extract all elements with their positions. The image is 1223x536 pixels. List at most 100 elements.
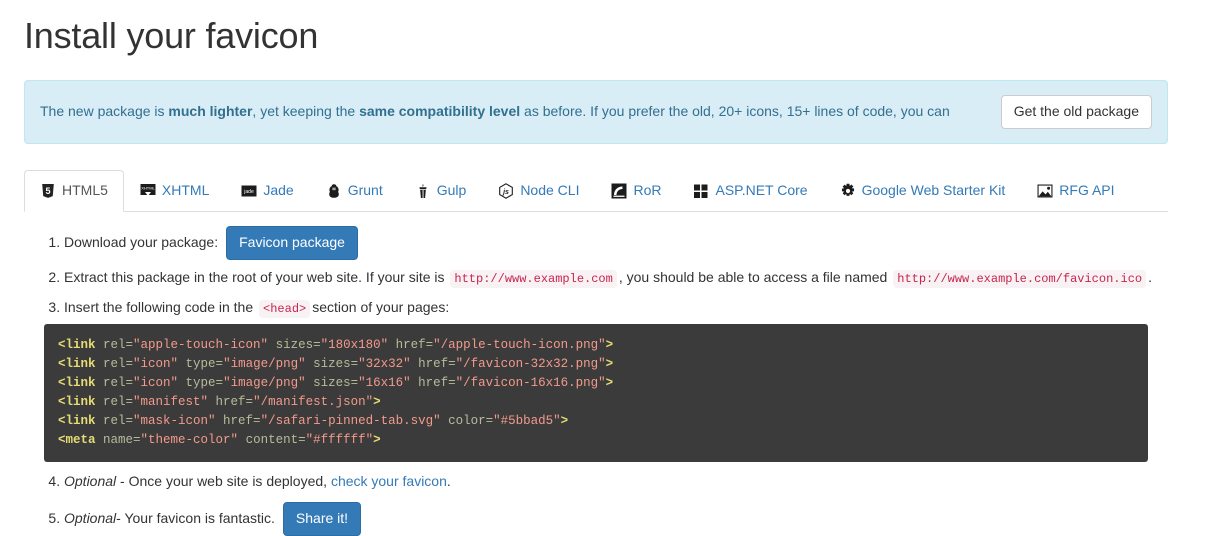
tab-label: Jade bbox=[263, 181, 294, 198]
alert-text-1: The new package is bbox=[40, 102, 169, 119]
tab-google-web-starter-kit[interactable]: Google Web Starter Kit bbox=[824, 170, 1022, 212]
step-2: Extract this package in the root of your… bbox=[64, 268, 1199, 288]
step-5-text-1: - Your favicon is fantastic. bbox=[116, 509, 275, 526]
share-it-button[interactable]: Share it! bbox=[282, 501, 362, 536]
ror-icon bbox=[611, 183, 627, 199]
get-the-old-package-button[interactable]: Get the old package bbox=[1000, 94, 1152, 129]
alert-text-2: , yet keeping the bbox=[252, 102, 360, 119]
tab-label: ASP.NET Core bbox=[715, 181, 808, 198]
code-token-attr: href= bbox=[215, 413, 261, 428]
step-4-optional-label: Optional bbox=[64, 472, 117, 489]
step-2-text-3: . bbox=[1148, 268, 1152, 285]
tab-label: Node CLI bbox=[520, 181, 580, 198]
code-token-attr: type= bbox=[178, 375, 224, 390]
code-token-attr: type= bbox=[178, 356, 224, 371]
step-3: Insert the following code in the <head>s… bbox=[44, 298, 1199, 462]
tab-label: Google Web Starter Kit bbox=[861, 181, 1006, 198]
step-3-text-2: section of your pages: bbox=[312, 298, 450, 315]
tab-label: RoR bbox=[633, 181, 662, 198]
code-token-val: "#ffffff" bbox=[305, 432, 374, 447]
code-token-attr: sizes= bbox=[268, 337, 321, 352]
step-1: Download your package: Favicon package bbox=[64, 225, 1199, 260]
code-token-val: "manifest" bbox=[133, 394, 209, 409]
code-token-val: "icon" bbox=[133, 375, 179, 390]
code-token-val: "apple-touch-icon" bbox=[133, 337, 269, 352]
install-steps-list: Download your package: Favicon package E… bbox=[24, 225, 1199, 536]
code-token-val: "/safari-pinned-tab.svg" bbox=[260, 413, 441, 428]
favicon-package-button[interactable]: Favicon package bbox=[226, 225, 358, 260]
code-token-gt: > bbox=[605, 337, 614, 352]
tab-label: HTML5 bbox=[62, 181, 108, 198]
info-alert: The new package is much lighter, yet kee… bbox=[24, 79, 1168, 144]
alert-text-3: as before. If you prefer the old, 20+ ic… bbox=[520, 102, 950, 119]
code-token-val: "theme-color" bbox=[140, 432, 239, 447]
tab-html5[interactable]: 5 HTML5 bbox=[24, 169, 124, 212]
code-token-attr: href= bbox=[410, 375, 456, 390]
svg-text:XHTML: XHTML bbox=[141, 185, 155, 190]
step-4-text-1: - Once your web site is deployed, bbox=[116, 472, 328, 489]
code-token-gt: > bbox=[605, 356, 614, 371]
favicon-head-code-block[interactable]: <link rel="apple-touch-icon" sizes="180x… bbox=[44, 323, 1148, 462]
code-token-attr: rel= bbox=[95, 394, 134, 409]
check-your-favicon-link[interactable]: check your favicon bbox=[331, 473, 447, 489]
install-favicon-page: Install your favicon The new package is … bbox=[0, 0, 1223, 536]
code-token-attr: href= bbox=[208, 394, 254, 409]
code-token-val: "/apple-touch-icon.png" bbox=[433, 337, 606, 352]
code-token-attr: color= bbox=[440, 413, 494, 428]
step-4-text-2: . bbox=[446, 472, 451, 489]
code-token-val: "image/png" bbox=[223, 375, 306, 390]
tab-asp-net-core[interactable]: ASP.NET Core bbox=[677, 170, 823, 212]
step-4: Optional - Once your web site is deploye… bbox=[64, 472, 1199, 492]
example-domain-code: http://www.example.com bbox=[450, 269, 617, 288]
page-title: Install your favicon bbox=[24, 15, 319, 56]
alert-bold-1: much lighter bbox=[168, 102, 253, 119]
code-token-attr: href= bbox=[388, 337, 434, 352]
tab-grunt[interactable]: Grunt bbox=[310, 170, 399, 212]
format-tabs[interactable]: 5 HTML5 XHTML XHTML jade Jade Grunt Gulp js Node … bbox=[24, 169, 1168, 212]
step-5: Optional - Your favicon is fantastic. Sh… bbox=[64, 501, 1199, 536]
alert-bold-2: same compatibility level bbox=[359, 102, 521, 119]
code-token-val: "/favicon-16x16.png" bbox=[455, 375, 606, 390]
code-token-gt: > bbox=[560, 413, 569, 428]
code-token-tag: <link bbox=[58, 375, 96, 390]
step-3-text-1: Insert the following code in the bbox=[64, 298, 254, 315]
html5-icon: 5 bbox=[40, 183, 56, 199]
tab-rfg-api[interactable]: RFG API bbox=[1021, 170, 1130, 212]
code-token-gt: > bbox=[373, 394, 381, 409]
tab-label: Grunt bbox=[347, 181, 383, 198]
tab-jade[interactable]: jade Jade bbox=[225, 170, 309, 212]
code-token-attr: rel= bbox=[95, 356, 134, 371]
node-cli-icon: js bbox=[498, 182, 514, 199]
step-2-text-2: , you should be able to access a file na… bbox=[618, 268, 888, 285]
code-token-attr: rel= bbox=[95, 337, 134, 352]
code-token-attr: content= bbox=[238, 432, 306, 447]
code-token-attr: href= bbox=[410, 356, 456, 371]
tab-label: Gulp bbox=[436, 181, 467, 198]
code-token-tag: <link bbox=[58, 413, 96, 428]
tab-gulp[interactable]: Gulp bbox=[399, 170, 483, 212]
step-5-optional-label: Optional bbox=[64, 509, 117, 526]
step-2-text-1: Extract this package in the root of your… bbox=[64, 268, 445, 285]
tab-xhtml[interactable]: XHTML XHTML bbox=[124, 170, 225, 212]
tab-ror[interactable]: RoR bbox=[595, 170, 677, 212]
code-token-val: "180x180" bbox=[320, 337, 389, 352]
gulp-icon bbox=[415, 183, 431, 199]
code-token-tag: <link bbox=[58, 356, 96, 371]
aspnet-core-icon bbox=[693, 183, 709, 199]
code-token-gt: > bbox=[605, 375, 614, 390]
svg-text:5: 5 bbox=[45, 186, 50, 196]
code-token-attr: name= bbox=[95, 432, 141, 447]
rfg-api-icon bbox=[1037, 183, 1053, 199]
code-token-val: "mask-icon" bbox=[133, 413, 216, 428]
code-token-val: "32x32" bbox=[358, 356, 411, 371]
code-token-val: "/favicon-32x32.png" bbox=[455, 356, 606, 371]
code-token-attr: rel= bbox=[95, 413, 134, 428]
svg-text:js: js bbox=[502, 189, 509, 196]
favicon-ico-url-code: http://www.example.com/favicon.ico bbox=[893, 269, 1147, 288]
svg-text:jade: jade bbox=[244, 189, 255, 195]
code-token-attr: rel= bbox=[95, 375, 134, 390]
step-1-text: Download your package: bbox=[64, 233, 219, 250]
grunt-icon bbox=[326, 183, 342, 199]
tab-node-cli[interactable]: js Node CLI bbox=[482, 170, 595, 212]
code-token-gt: > bbox=[373, 432, 381, 447]
